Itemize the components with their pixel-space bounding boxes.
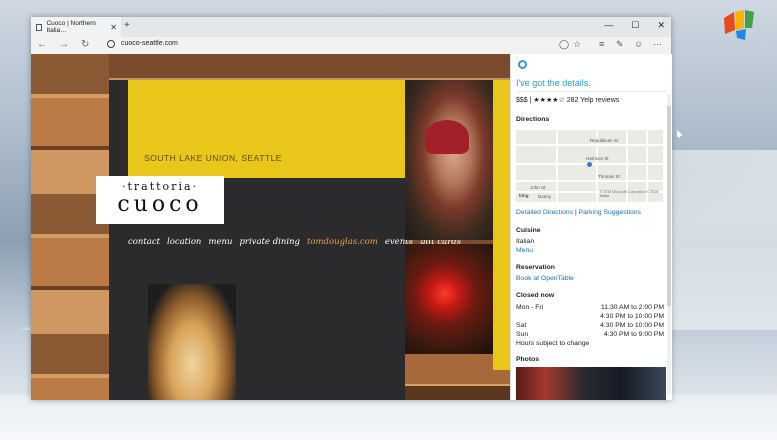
hours-row: Mon - Fri 11:30 AM to 2:00 PM (516, 304, 664, 311)
refresh-icon[interactable]: ↻ (81, 39, 89, 50)
map-label: Denny (538, 194, 552, 199)
direction-links: Detailed Directions | Parking Suggestion… (516, 209, 641, 216)
page-icon (36, 23, 43, 31)
yellow-banner (128, 80, 405, 178)
menu-link[interactable]: Menu (516, 247, 533, 254)
close-tab-icon[interactable]: ✕ (110, 23, 117, 32)
back-icon[interactable]: ← (37, 39, 47, 50)
window-controls: — ☐ ✕ (604, 20, 665, 31)
browser-tab[interactable]: Cuoco | Northern Italia… ✕ (31, 17, 121, 37)
cortana-face-icon[interactable]: ☺ (634, 39, 643, 49)
yelp-rating[interactable]: $$$ | ★★★★☆ 282 Yelp reviews (516, 96, 619, 104)
restaurant-address: SOUTH LAKE UNION, SEATTLE (144, 153, 282, 163)
cortana-ring-icon (518, 60, 527, 69)
address-bar: ← → ↻ cuoco-seattle.com ◯ ☆ ≡ ✎ ☺ ⋯ (31, 37, 671, 55)
hours-row: Sun 4:30 PM to 9:00 PM (516, 331, 664, 338)
mouse-cursor-icon (677, 130, 683, 138)
parking-suggestions-link[interactable]: Parking Suggestions (579, 209, 641, 216)
map-label: John St (530, 185, 546, 190)
close-window-icon[interactable]: ✕ (657, 20, 665, 31)
web-note-icon[interactable]: ✎ (616, 39, 624, 50)
puppet-photo (405, 80, 493, 240)
detailed-directions-link[interactable]: Detailed Directions (516, 209, 573, 216)
minimize-icon[interactable]: — (604, 20, 613, 31)
hours-table: Mon - Fri 11:30 AM to 2:00 PM 4:30 PM to … (516, 304, 664, 349)
map-label: Republican St (590, 138, 619, 143)
tab-title: Cuoco | Northern Italia… (46, 20, 96, 34)
windows-logo-icon (724, 10, 754, 40)
wood-planks (31, 54, 109, 400)
map-copyright: © 2015 Microsoft Corporation © 2015 Noki… (600, 190, 659, 198)
nav-menu[interactable]: menu (208, 237, 232, 247)
nav-private-dining[interactable]: private dining (239, 237, 300, 247)
photos-heading: Photos (516, 356, 540, 363)
more-icon[interactable]: ⋯ (653, 39, 662, 50)
title-bar: Cuoco | Northern Italia… ✕ + — ☐ ✕ (31, 17, 671, 37)
cuisine-heading: Cuisine (516, 227, 541, 234)
url-field[interactable]: cuoco-seattle.com (121, 40, 178, 47)
roses-table-photo (405, 244, 493, 354)
brand-name: cuoco (117, 192, 203, 217)
cortana-title: I've got the details. (516, 78, 591, 88)
new-tab-icon[interactable]: + (124, 20, 130, 31)
favorite-star-icon[interactable]: ☆ (573, 39, 581, 50)
scrollbar-thumb[interactable] (667, 106, 671, 306)
nav-location[interactable]: location (167, 237, 201, 247)
cortana-panel: I've got the details. $$$ | ★★★★☆ 282 Ye… (510, 54, 672, 400)
globe-icon (107, 40, 115, 48)
cuoco-logo[interactable]: ·trattoria· cuoco (96, 176, 224, 224)
hours-row: 4:30 PM to 10:00 PM (600, 313, 664, 320)
directions-heading: Directions (516, 116, 550, 123)
photo-strip[interactable] (516, 367, 666, 400)
yellow-strip (493, 80, 510, 370)
map-label: Harrison St (586, 156, 609, 161)
hub-icon[interactable]: ≡ (599, 39, 604, 49)
cuisine-value: Italian (516, 238, 535, 245)
snow-ground (0, 395, 777, 440)
reading-view-icon[interactable]: ◯ (559, 39, 569, 50)
web-page: SOUTH LAKE UNION, SEATTLE ·trattoria· cu… (31, 54, 510, 400)
pasta-photo (148, 284, 236, 400)
link-separator: | (574, 209, 577, 216)
map-label: Thomas St (598, 174, 620, 179)
forward-icon[interactable]: → (59, 39, 69, 50)
divider (516, 91, 666, 92)
bing-logo: bing (519, 193, 529, 198)
hours-row: Sat 4:30 PM to 10:00 PM (516, 322, 664, 329)
browser-window: Cuoco | Northern Italia… ✕ + — ☐ ✕ ← → ↻… (31, 17, 672, 400)
hours-note: Hours subject to change (516, 340, 590, 347)
location-pin-icon (587, 162, 592, 167)
reservation-heading: Reservation (516, 264, 555, 271)
maximize-icon[interactable]: ☐ (631, 20, 639, 31)
map[interactable]: Republican St Harrison St Thomas St John… (516, 130, 663, 202)
opentable-link[interactable]: Book at OpenTable (516, 275, 574, 282)
open-status: Closed now (516, 292, 555, 299)
nav-tomdouglas[interactable]: tomdouglas.com (307, 237, 378, 247)
puppet-hat (425, 120, 469, 154)
nav-contact[interactable]: contact (128, 237, 160, 247)
